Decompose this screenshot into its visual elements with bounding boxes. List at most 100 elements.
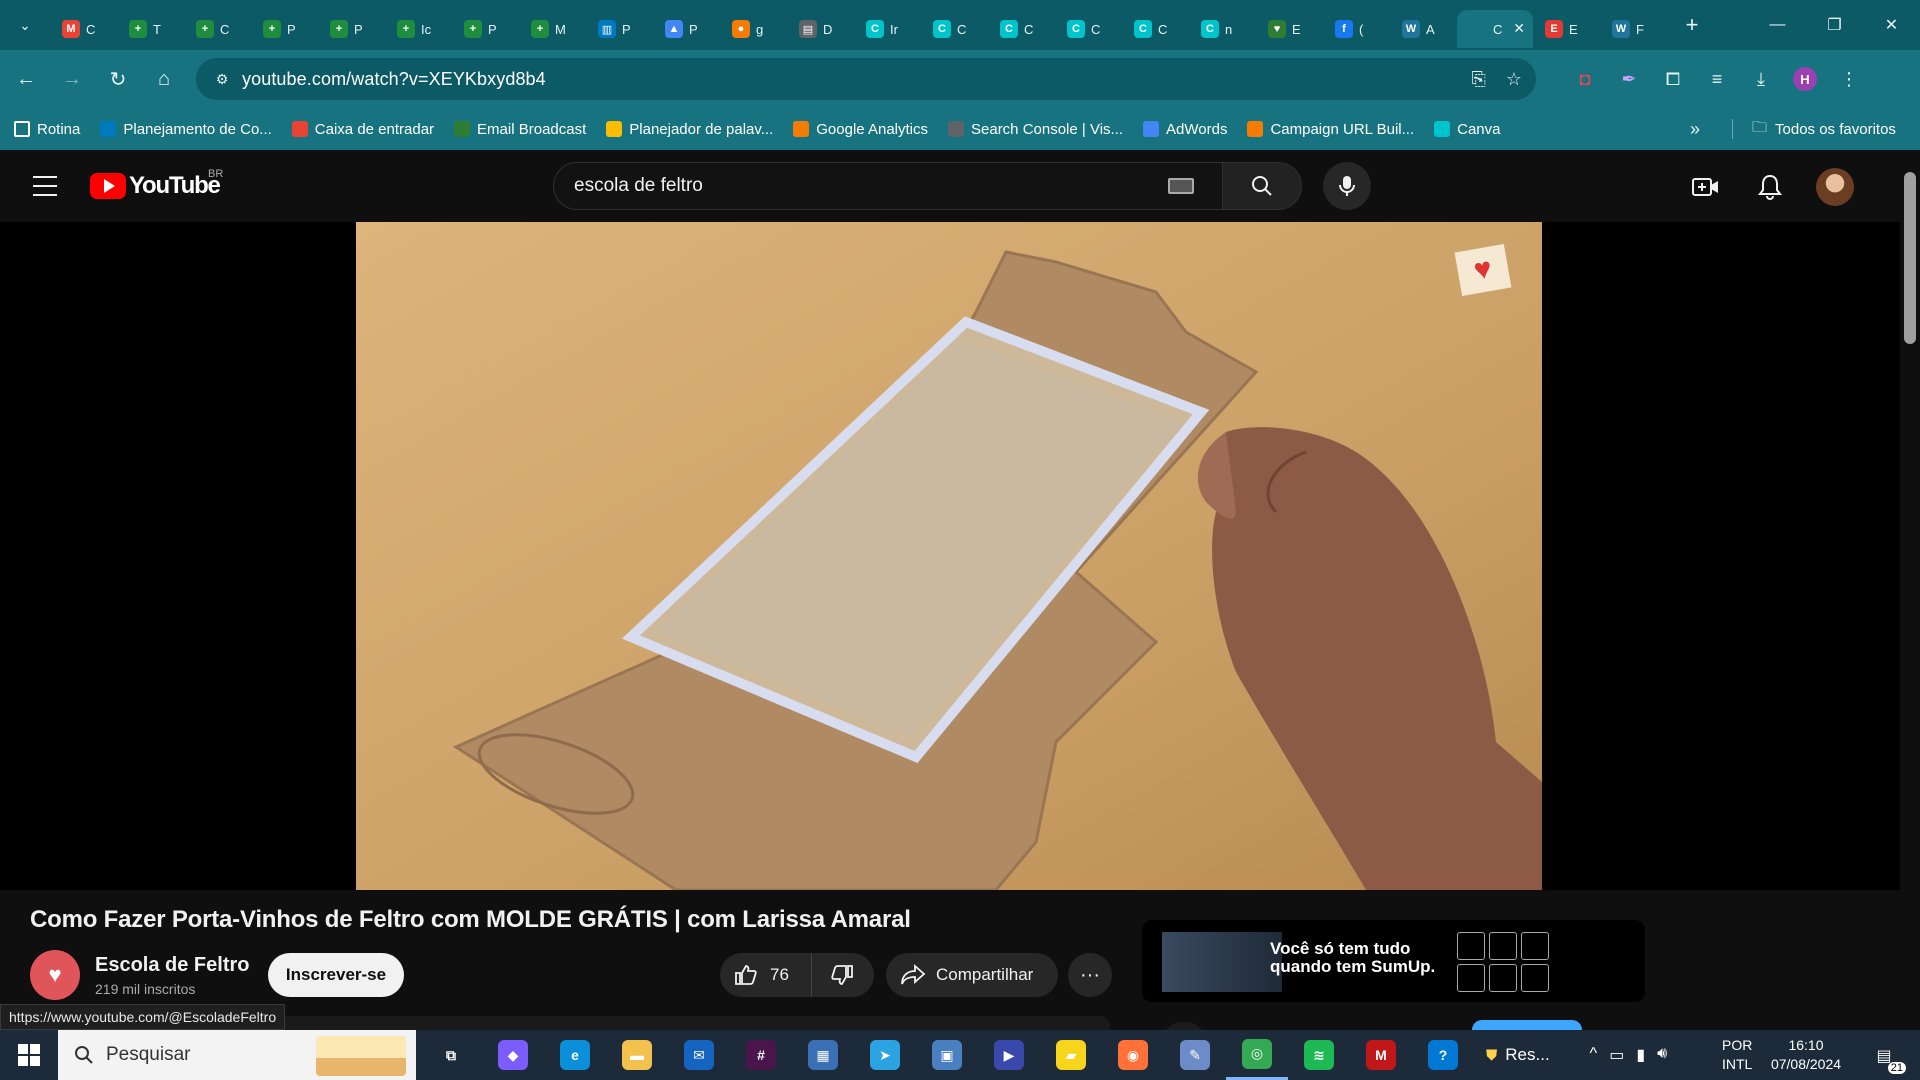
browser-tab[interactable]: EE [1533,10,1600,48]
browser-tab[interactable]: + P [318,10,385,48]
browser-tab[interactable]: ▤ D [787,10,854,48]
search-query[interactable]: escola de feltro [574,175,1168,197]
taskbar-app[interactable]: e [544,1030,606,1080]
browser-tab[interactable]: f( [1323,10,1390,48]
share-button[interactable]: Compartilhar [886,953,1058,997]
notifications-center[interactable]: ▤ 21 [1866,1042,1906,1074]
back-button[interactable]: ← [6,59,46,99]
taskbar-app[interactable]: M [1350,1030,1412,1080]
start-button[interactable] [0,1030,58,1080]
browser-tab[interactable]: C Ir [854,10,921,48]
tray-app-label[interactable]: Res... [1505,1045,1549,1065]
browser-tab[interactable]: + C [184,10,251,48]
bookmark-star-icon[interactable]: ☆ [1506,69,1522,90]
feather-extension-icon[interactable]: ✒ [1614,64,1644,94]
browser-tab[interactable]: C ✕ [1457,10,1533,48]
taskbar-app[interactable]: # [730,1030,792,1080]
browser-tab[interactable]: + P [251,10,318,48]
taskbar-app[interactable]: ? [1412,1030,1474,1080]
address-bar[interactable]: ⚙ youtube.com/watch?v=XEYKbxyd8b4 ⎘ ☆ [196,58,1536,100]
close-window-icon[interactable]: ✕ [1863,0,1920,50]
input-language[interactable]: POR INTL [1722,1036,1752,1074]
browser-tab[interactable]: Cn [1189,10,1256,48]
taskbar-app[interactable]: ▰ [1040,1030,1102,1080]
browser-tab[interactable]: ● g [720,10,787,48]
bookmark-item[interactable]: Email Broadcast [454,121,586,138]
browser-tab[interactable]: MC [50,10,117,48]
new-tab-button[interactable]: + [1677,10,1707,40]
url-text[interactable]: youtube.com/watch?v=XEYKbxyd8b4 [242,69,546,90]
volume-icon[interactable]: 🔊︎ [1657,1045,1667,1065]
security-shield-icon[interactable]: ⛊ [1486,1047,1497,1064]
browser-tab[interactable]: CC [921,10,988,48]
tab-search-button[interactable]: ⌄ [8,8,42,42]
taskbar-app[interactable]: ▬ [606,1030,668,1080]
browser-tab[interactable]: + P [452,10,519,48]
video-player[interactable]: ♥ [0,222,1900,890]
search-input[interactable]: escola de feltro [553,162,1223,210]
browser-tab[interactable]: WA [1390,10,1457,48]
bookmark-item[interactable]: Google Analytics [793,121,928,138]
taskbar-app[interactable]: ✉ [668,1030,730,1080]
taskbar-app[interactable]: ◎ [1226,1030,1288,1080]
site-info-icon[interactable]: ⚙ [204,71,240,88]
profile-button[interactable]: H [1790,64,1820,94]
pocket-icon[interactable]: ◘ [1570,64,1600,94]
taskbar-app[interactable]: ▦ [792,1030,854,1080]
taskbar-clock[interactable]: 16:10 07/08/2024 [1766,1036,1846,1074]
bookmark-item[interactable]: Search Console | Vis... [948,121,1123,138]
menu-icon[interactable] [30,172,60,200]
puzzle-extensions-icon[interactable]: ⧠ [1658,64,1688,94]
battery-icon[interactable]: ▮ [1636,1045,1645,1065]
browser-tab[interactable]: ♥ E [1256,10,1323,48]
page-scrollbar-thumb[interactable] [1904,172,1916,344]
taskbar-app[interactable]: ▶ [978,1030,1040,1080]
video-frame[interactable]: ♥ [356,222,1542,890]
browser-tab[interactable]: CC [988,10,1055,48]
taskbar-app[interactable]: ≋ [1288,1030,1350,1080]
browser-tab[interactable]: CC [1055,10,1122,48]
browser-tab[interactable]: ▲ P [653,10,720,48]
bookmark-item[interactable]: Caixa de entradar [291,121,434,138]
taskbar-app[interactable]: ⧉ [420,1030,482,1080]
browser-tab[interactable]: CC [1122,10,1189,48]
meet-now-icon[interactable]: ▭ [1609,1045,1624,1065]
forward-button[interactable]: → [52,59,92,99]
more-actions-button[interactable]: ··· [1068,953,1112,997]
home-button[interactable]: ⌂ [144,59,184,99]
install-app-icon[interactable]: ⎘ [1471,69,1485,90]
browser-tab[interactable]: ▥ P [586,10,653,48]
kebab-menu-icon[interactable]: ⋮ [1834,64,1864,94]
bookmark-item[interactable]: Planejador de palav... [606,121,773,138]
create-video-icon[interactable] [1688,169,1724,205]
browser-tab[interactable]: WF [1600,10,1667,48]
taskbar-search-box[interactable]: Pesquisar [58,1030,416,1080]
all-bookmarks-button[interactable]: 🗀 Todos os favoritos [1752,108,1896,150]
dislike-button[interactable] [812,953,872,997]
taskbar-app[interactable]: ✎ [1164,1030,1226,1080]
reading-list-icon[interactable]: ≡ [1702,64,1732,94]
channel-name[interactable]: Escola de Feltro [95,954,250,977]
youtube-logo[interactable]: YouTube BR [90,168,223,200]
notifications-bell-icon[interactable] [1752,169,1788,205]
keyboard-icon[interactable] [1168,178,1194,194]
voice-search-button[interactable] [1323,162,1371,210]
browser-tab[interactable]: + T [117,10,184,48]
bookmark-item[interactable]: Rotina [14,121,80,138]
minimize-icon[interactable]: — [1749,0,1806,50]
chevron-up-icon[interactable]: ^ [1590,1045,1598,1065]
bookmark-item[interactable]: Planejamento de Co... [100,121,272,138]
search-button[interactable] [1222,162,1302,210]
like-button[interactable]: 76 [720,953,812,997]
browser-tab[interactable]: + Ic [385,10,452,48]
bookmark-item[interactable]: AdWords [1143,121,1227,138]
restore-icon[interactable]: ❐ [1806,0,1863,50]
subscribe-button[interactable]: Inscrever-se [268,953,404,997]
reload-button[interactable]: ↻ [98,59,138,99]
bookmarks-overflow-icon[interactable]: » [1690,108,1700,150]
bookmark-item[interactable]: Campaign URL Buil... [1247,121,1414,138]
taskbar-app[interactable]: ➤ [854,1030,916,1080]
browser-tab[interactable]: + M [519,10,586,48]
sponsored-ad-banner[interactable]: Você só tem tudo quando tem SumUp. [1142,920,1645,1002]
bookmark-item[interactable]: Canva [1434,121,1500,138]
